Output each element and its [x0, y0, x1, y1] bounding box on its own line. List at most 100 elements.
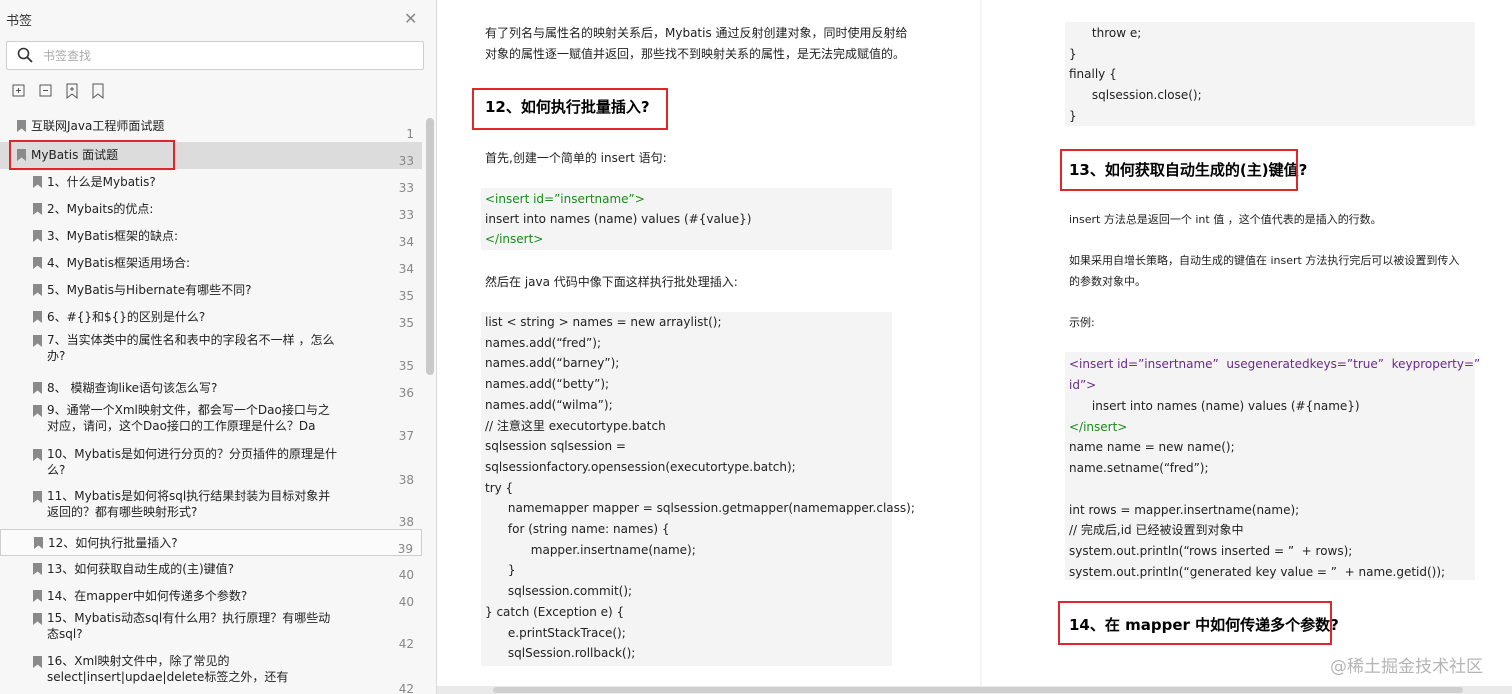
- code-block: list < string > names = new arraylist();…: [481, 312, 915, 666]
- bookmark-item[interactable]: 4、MyBatis框架适用场合: 34: [0, 250, 422, 277]
- bookmark-panel: 书签 ✕ 互联网Java工程师面试题1MyBatis 面试题331、什么是Myb…: [0, 0, 437, 694]
- bookmark-icon: [33, 335, 42, 347]
- bookmark-icon: [33, 590, 42, 602]
- bookmark-icon: [33, 176, 42, 188]
- bookmark-label: 12、如何执行批量插入?: [48, 536, 178, 550]
- code-line: }: [1069, 46, 1077, 61]
- bookmark-page: 38: [398, 473, 414, 487]
- bookmark-label: 16、Xml映射文件中，除了常见的select|insert|updae|del…: [47, 654, 289, 684]
- bookmark-label: 11、Mybatis是如何将sql执行结果封装为目标对象并返回的？都有哪些映射形…: [47, 489, 331, 519]
- bookmark-label: 3、MyBatis框架的缺点:: [47, 229, 179, 243]
- code-line: e.printStackTrace();: [485, 625, 626, 640]
- bookmark-label: 5、MyBatis与Hibernate有哪些不同?: [47, 283, 252, 297]
- bookmark-item[interactable]: 互联网Java工程师面试题 1: [0, 113, 422, 141]
- bookmark-item[interactable]: 13、如何获取自动生成的(主)键值? 40: [0, 556, 422, 583]
- bookmark-item[interactable]: 5、MyBatis与Hibernate有哪些不同? 35: [0, 277, 422, 304]
- bookmark-icon: [33, 491, 42, 503]
- bookmark-label: 互联网Java工程师面试题: [31, 119, 165, 133]
- code-line: insert into names (name) values (#{value…: [485, 212, 752, 226]
- code-line: sqlsession sqlsession =: [485, 439, 626, 454]
- bookmark-item[interactable]: 15、Mybatis动态sql有什么用？执行原理？有哪些动态sql? 42: [0, 610, 422, 652]
- bookmark-page: 36: [398, 386, 414, 400]
- code-line: try {: [485, 480, 514, 495]
- bookmark-item[interactable]: 10、Mybatis是如何进行分页的？分页插件的原理是什么? 38: [0, 446, 422, 488]
- code-block: <insert id=”insertname”> insert into nam…: [481, 188, 892, 250]
- bookmark-label: 4、MyBatis框架适用场合:: [47, 256, 191, 270]
- bookmark-page: 42: [398, 637, 414, 651]
- horizontal-scrollbar[interactable]: [437, 686, 1512, 694]
- bookmark-item[interactable]: 2、Mybaits的优点: 33: [0, 196, 422, 223]
- paragraph: 如果采用自增长策略，自动生成的键值在 insert 方法执行完后可以被设置到传入: [1069, 254, 1460, 267]
- expand-all-icon[interactable]: [10, 82, 28, 100]
- code-line: finally {: [1069, 67, 1117, 82]
- bookmark-page: 40: [398, 568, 414, 582]
- pdf-page-left: 有了列名与属性名的映射关系后，Mybatis 通过反射创建对象，同时使用反射给 …: [437, 0, 980, 694]
- bookmark-page: 34: [398, 235, 414, 249]
- code-line: names.add(“wilma”);: [485, 397, 613, 412]
- code-line: name.setname(“fred”);: [1069, 461, 1209, 476]
- code-line: system.out.println(“generated key value …: [1069, 564, 1446, 579]
- bookmark-icon: [33, 284, 42, 296]
- bookmark-page: 35: [398, 316, 414, 330]
- bookmark-item[interactable]: 3、MyBatis框架的缺点: 34: [0, 223, 422, 250]
- bookmark-icon: [33, 656, 42, 668]
- bookmark-icon: [33, 311, 42, 323]
- bookmark-item[interactable]: 7、当实体类中的属性名和表中的字段名不一样 ，怎么办? 35: [0, 332, 422, 373]
- code-line: names.add(“barney”);: [485, 356, 620, 371]
- bookmark-icon: [33, 613, 42, 625]
- bookmark-item[interactable]: 1、什么是Mybatis? 33: [0, 169, 422, 196]
- pdf-page-right: throw e;} finally { sqlsession.close();} …: [982, 0, 1512, 694]
- paragraph: 首先,创建一个简单的 insert 语句:: [485, 151, 667, 165]
- paragraph: 然后在 java 代码中像下面这样执行批处理插入:: [485, 275, 738, 289]
- code-line: <insert id=”insertname”>: [485, 192, 645, 206]
- bookmark-item[interactable]: 9、通常一个Xml映射文件，都会写一个Dao接口与之对应，请问，这个Dao接口的…: [0, 402, 422, 444]
- collapse-all-icon[interactable]: [37, 82, 55, 100]
- bookmark-icon[interactable]: [89, 82, 107, 100]
- bookmark-icon: [17, 120, 26, 132]
- bookmark-label: 7、当实体类中的属性名和表中的字段名不一样 ，怎么办?: [47, 333, 335, 363]
- bookmark-item[interactable]: 8、 模糊查询like语句该怎么写? 36: [0, 375, 422, 402]
- code-line: sqlsession.commit();: [485, 584, 633, 599]
- bookmark-page: 33: [398, 208, 414, 222]
- panel-title: 书签: [6, 14, 33, 29]
- code-line: name name = new name();: [1069, 440, 1235, 455]
- code-line: sqlsession.close();: [1069, 88, 1202, 103]
- bookmark-icon: [33, 203, 42, 215]
- bookmark-page: 37: [398, 429, 414, 443]
- paragraph: insert 方法总是返回一个 int 值 ，这个值代表的是插入的行数。: [1069, 213, 1382, 226]
- bookmark-icon: [34, 537, 43, 549]
- bookmark-icon: [33, 563, 42, 575]
- paragraph: 的参数对象中。: [1069, 275, 1146, 288]
- bookmark-item[interactable]: 11、Mybatis是如何将sql执行结果封装为目标对象并返回的？都有哪些映射形…: [0, 488, 422, 530]
- bookmark-item[interactable]: 12、如何执行批量插入? 39: [0, 529, 422, 556]
- bookmark-item[interactable]: 14、在mapper中如何传递多个参数? 40: [0, 583, 422, 610]
- bookmark-item[interactable]: 16、Xml映射文件中，除了常见的select|insert|updae|del…: [0, 653, 422, 694]
- bookmark-label: 2、Mybaits的优点:: [47, 202, 154, 216]
- code-line: sqlsessionfactory.opensession(executorty…: [485, 459, 796, 474]
- bookmark-icon: [17, 149, 26, 161]
- bookmark-page: 40: [398, 595, 414, 609]
- sidebar-scrollbar[interactable]: [426, 118, 434, 375]
- close-icon[interactable]: ✕: [404, 9, 417, 28]
- add-bookmark-icon[interactable]: [63, 82, 81, 100]
- code-line: throw e;: [1069, 26, 1142, 40]
- section-heading-13: 13、如何获取自动生成的(主)键值?: [1069, 161, 1308, 179]
- bookmark-icon: [33, 449, 42, 461]
- bookmark-page: 42: [398, 682, 414, 694]
- bookmark-icon: [33, 382, 42, 394]
- bookmark-search[interactable]: [6, 41, 424, 70]
- bookmark-label: 8、 模糊查询like语句该怎么写?: [47, 381, 218, 395]
- code-line: // 完成后,id 已经被设置到对象中: [1069, 523, 1244, 538]
- code-line: }: [1069, 108, 1077, 123]
- bookmark-page: 33: [398, 154, 414, 168]
- code-line: </insert>: [1069, 419, 1128, 434]
- code-line: <insert id=”insertname” usegeneratedkeys…: [1069, 357, 1481, 371]
- bookmark-item[interactable]: 6、#{}和${}的区别是什么? 35: [0, 304, 422, 331]
- scrollbar-thumb[interactable]: [493, 687, 1463, 693]
- code-line: // 注意这里 executortype.batch: [485, 418, 666, 433]
- search-input[interactable]: [41, 45, 415, 67]
- bookmark-page: 34: [398, 262, 414, 276]
- bookmark-page: 35: [398, 359, 414, 373]
- bookmark-item[interactable]: MyBatis 面试题 33: [0, 142, 422, 169]
- watermark: @稀土掘金技术社区: [1330, 657, 1483, 677]
